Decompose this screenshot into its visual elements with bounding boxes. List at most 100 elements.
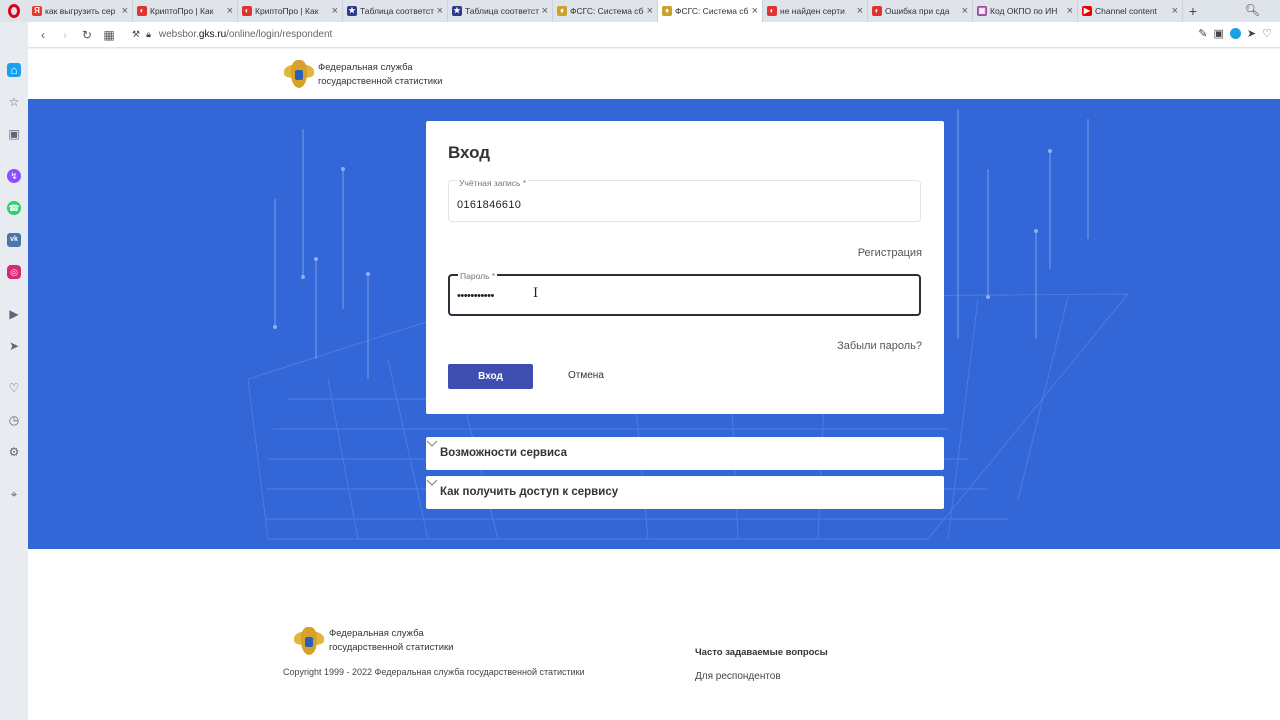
forward-icon[interactable]: › [54, 28, 76, 42]
org-name-line2: государственной статистики [318, 76, 443, 87]
vk-icon[interactable]: vk [7, 233, 21, 247]
tab-title: ФСГС: Система сб [675, 6, 749, 16]
site-footer: Федеральная служба государственной стати… [28, 619, 1280, 720]
star-icon[interactable]: ☆ [7, 95, 21, 109]
sidebar: ⌂ ☆ ▣ ↯ ☎ vk ◎ ▶ ➤ ♡ ◷ ⚙ ⌖ [0, 22, 28, 720]
password-value: ••••••••••• [457, 290, 494, 302]
pin-icon[interactable]: ⌖ [7, 487, 21, 501]
org-name[interactable]: Федеральная служба государственной стати… [318, 61, 442, 89]
url-field[interactable]: websbor.gks.ru/online/login/respondent [159, 29, 332, 40]
opera-menu-icon[interactable] [0, 0, 28, 22]
tab-strip: Якак выгрузить сер × ◐ КриптоПро | Как × ◐ Кри… [0, 0, 1280, 22]
close-tab-icon[interactable]: × [647, 5, 653, 17]
footer-org-line1: Федеральная служба [329, 628, 424, 639]
tab-favicon-icon: ◐ [872, 6, 882, 16]
page: Федеральная служба государственной стати… [28, 49, 1280, 720]
login-button[interactable]: Вход [448, 364, 533, 389]
close-tab-icon[interactable]: × [752, 5, 758, 17]
password-label: Пароль * [458, 271, 498, 281]
vpn-icon[interactable] [1229, 28, 1241, 39]
tab-title: не найден серти [780, 6, 845, 16]
browser-tab[interactable]: ♦ ФСГС: Система сб × [553, 0, 658, 22]
heart-icon[interactable]: ♡ [7, 381, 21, 395]
tab-title: как выгрузить сер [45, 6, 116, 16]
close-tab-icon[interactable]: × [542, 5, 548, 17]
browser-tab[interactable]: ◐ КриптоПро | Как × [133, 0, 238, 22]
close-tab-icon[interactable]: × [227, 5, 233, 17]
browser-tab[interactable]: ♦ ФСГС: Система сб × [658, 0, 763, 22]
forgot-password-link[interactable]: Забыли пароль? [837, 340, 922, 352]
emblem-logo[interactable] [284, 58, 314, 92]
tab-title: Таблица соответст [360, 6, 435, 16]
camera-icon[interactable]: ▣ [1214, 27, 1224, 40]
accordion-access[interactable]: Как получить доступ к сервису [426, 476, 944, 509]
tab-favicon-icon: Я [32, 6, 42, 16]
tab-favicon-icon: ♦ [662, 6, 672, 16]
tab-favicon-icon: ★ [347, 6, 357, 16]
faq-heading: Часто задаваемые вопросы [695, 647, 828, 658]
site-settings-icon[interactable]: ⚒ [132, 29, 140, 40]
close-tab-icon[interactable]: × [1172, 5, 1178, 17]
close-tab-icon[interactable]: × [857, 5, 863, 17]
heart-icon[interactable]: ♡ [1262, 27, 1272, 40]
tab-title: КриптоПро | Как [150, 6, 214, 16]
tab-title: ФСГС: Система сб [570, 6, 644, 16]
footer-emblem-logo[interactable] [294, 625, 324, 659]
password-field[interactable]: Пароль * ••••••••••• I [448, 271, 921, 316]
browser-tab[interactable]: ▣ Код ОКПО по ИН × [973, 0, 1078, 22]
copyright-text: Copyright 1999 - 2022 Федеральная служба… [283, 667, 585, 677]
browser-tab[interactable]: ◐ не найден серти × [763, 0, 868, 22]
cancel-button[interactable]: Отмена [568, 370, 604, 381]
home-icon[interactable]: ⌂ [7, 63, 21, 77]
tab-favicon-icon: ▶ [1082, 6, 1092, 16]
gear-icon[interactable]: ⚙ [7, 445, 21, 459]
browser-tab[interactable]: ★ Таблица соответст × [448, 0, 553, 22]
close-tab-icon[interactable]: × [962, 5, 968, 17]
lock-icon: 🔒︎ [146, 29, 151, 39]
browser-tab[interactable]: Якак выгрузить сер × [28, 0, 133, 22]
tab-favicon-icon: ◐ [242, 6, 252, 16]
text-cursor-icon: I [533, 286, 539, 301]
send-icon[interactable]: ➤ [7, 339, 21, 353]
url-prefix: websbor. [158, 29, 199, 40]
site-header: Федеральная служба государственной стати… [28, 49, 1280, 99]
chevron-down-icon [426, 479, 438, 486]
browser-tab[interactable]: ◐ Ошибка при сда × [868, 0, 973, 22]
close-tab-icon[interactable]: × [122, 5, 128, 17]
new-tab-button[interactable]: + [1183, 3, 1203, 19]
address-bar: ‹ › ↻ ▦ ⚒ 🔒︎ websbor.gks.ru/online/login… [28, 22, 1280, 48]
browser-tab[interactable]: ★ Таблица соответст × [343, 0, 448, 22]
close-tab-icon[interactable]: × [1067, 5, 1073, 17]
accordion-service-features[interactable]: Возможности сервиса [426, 437, 944, 470]
reload-icon[interactable]: ↻ [76, 28, 98, 42]
account-value: 0161846610 [457, 199, 522, 211]
tab-title: Channel content [1095, 6, 1157, 16]
browser-tab[interactable]: ▶ Channel content × [1078, 0, 1183, 22]
instagram-icon[interactable]: ◎ [7, 265, 21, 279]
url-domain: gks.ru [198, 29, 227, 40]
player-icon[interactable]: ▶ [7, 307, 21, 321]
tab-favicon-icon: ▣ [977, 6, 987, 16]
back-icon[interactable]: ‹ [32, 28, 54, 42]
account-field[interactable]: Учётная запись * 0161846610 [448, 178, 921, 222]
messenger-icon[interactable]: ↯ [7, 169, 21, 183]
accordion-title: Как получить доступ к сервису [440, 486, 619, 498]
footer-org-name[interactable]: Федеральная служба государственной стати… [329, 627, 453, 655]
close-tab-icon[interactable]: × [332, 5, 338, 17]
browser-tab[interactable]: ◐ КриптоПро | Как × [238, 0, 343, 22]
tab-favicon-icon: ★ [452, 6, 462, 16]
tab-title: КриптоПро | Как [255, 6, 319, 16]
history-icon[interactable]: ◷ [7, 413, 21, 427]
tab-search-icon[interactable]: 🔍︎ [1245, 3, 1260, 17]
edit-icon[interactable]: ✎ [1198, 27, 1207, 40]
tabs-grid-icon[interactable]: ▦ [98, 28, 120, 42]
close-tab-icon[interactable]: × [437, 5, 443, 17]
send-icon[interactable]: ➤ [1247, 27, 1256, 40]
chevron-down-icon [426, 440, 438, 447]
respondents-link[interactable]: Для респондентов [695, 671, 781, 682]
register-link[interactable]: Регистрация [858, 247, 922, 259]
tab-title: Таблица соответст [465, 6, 540, 16]
whatsapp-icon[interactable]: ☎ [7, 201, 21, 215]
bag-icon[interactable]: ▣ [7, 127, 21, 141]
org-name-line1: Федеральная служба [318, 62, 413, 73]
